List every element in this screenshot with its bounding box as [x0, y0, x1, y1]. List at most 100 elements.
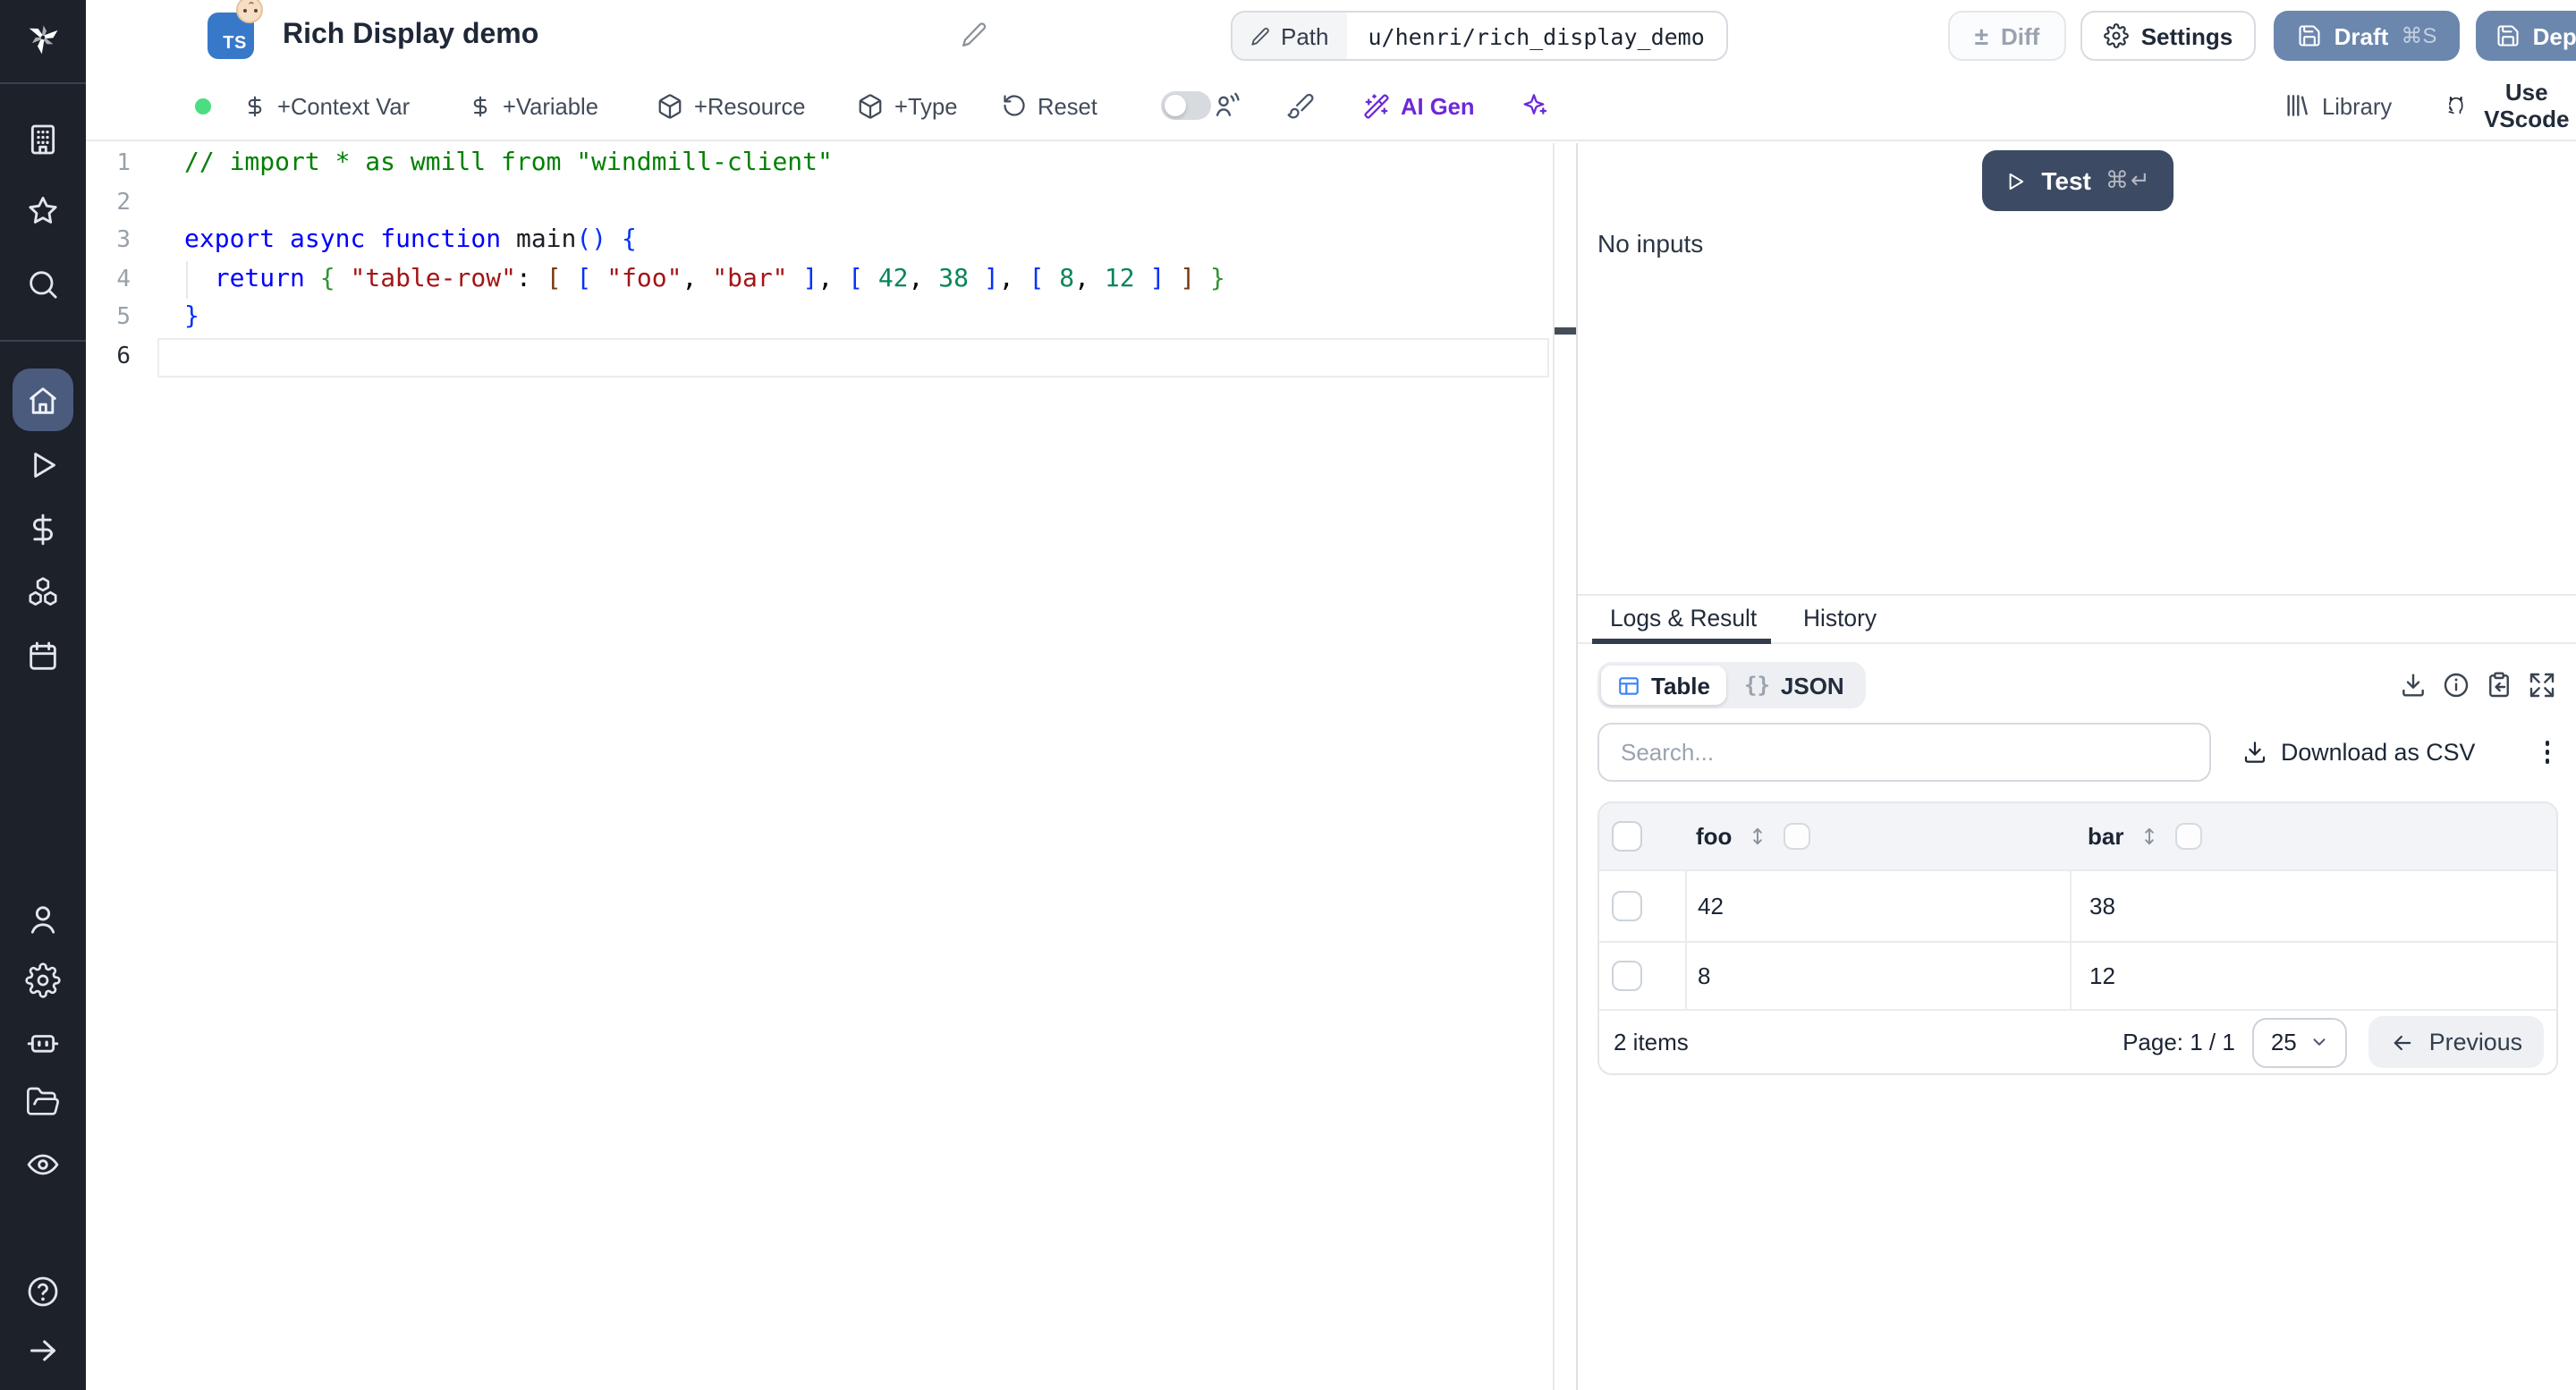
- reset-label: Reset: [1038, 92, 1097, 119]
- table-view-label: Table: [1651, 672, 1710, 699]
- deploy-button[interactable]: Deploy: [2476, 11, 2576, 61]
- page-size-select[interactable]: 25: [2252, 1017, 2347, 1067]
- windmill-script-editor: TS Rich Display demo Path u/henri/rich_d…: [0, 0, 2576, 1390]
- ts-badge-label: TS: [223, 34, 247, 54]
- use-vscode-button[interactable]: Use VScode: [2445, 72, 2576, 140]
- expand-icon[interactable]: [2528, 671, 2556, 699]
- row-checkbox[interactable]: [1612, 961, 1642, 991]
- format-brush-icon[interactable]: [1286, 72, 1315, 140]
- plus-minus-icon: ±: [1974, 21, 1988, 50]
- table-row[interactable]: 42 38: [1599, 869, 2556, 941]
- editor-code[interactable]: // import * as wmill from "windmill-clie…: [184, 145, 1225, 376]
- results-tabs: Logs & Result History: [1578, 596, 2576, 644]
- result-table: foo bar 42 38 8 12 2 items Page: 1 / 1 2…: [1597, 801, 2558, 1075]
- sparkles-icon[interactable]: [1521, 72, 1549, 140]
- search-input[interactable]: [1597, 723, 2211, 782]
- star-icon[interactable]: [25, 193, 61, 229]
- help-icon[interactable]: [25, 1274, 61, 1309]
- sidebar-divider: [0, 340, 86, 342]
- draft-label: Draft: [2334, 22, 2389, 49]
- path-label-segment: Path: [1233, 13, 1347, 59]
- diff-button[interactable]: ± Diff: [1948, 11, 2066, 61]
- home-icon: [30, 386, 56, 413]
- path-label: Path: [1281, 22, 1329, 49]
- tab-logs-and-result[interactable]: Logs & Result: [1610, 596, 1757, 642]
- robot-icon[interactable]: [25, 1025, 61, 1061]
- draft-save-icon: [2299, 25, 2320, 47]
- previous-label: Previous: [2428, 1029, 2522, 1055]
- settings-gear-icon: [2103, 23, 2129, 48]
- user-icon[interactable]: [25, 902, 61, 937]
- multiplayer-users-icon[interactable]: [1213, 72, 1241, 140]
- info-icon[interactable]: [2442, 671, 2470, 699]
- add-context-var-button[interactable]: +Context Var: [243, 72, 410, 140]
- download-csv-label: Download as CSV: [2281, 739, 2476, 766]
- json-braces-icon: {}: [1744, 673, 1770, 698]
- result-action-icons: [2399, 671, 2556, 699]
- sidebar: [0, 0, 86, 1390]
- expand-sidebar-arrow-icon[interactable]: [25, 1333, 61, 1369]
- sort-icon-bar[interactable]: [2138, 825, 2161, 848]
- schedules-calendar-icon[interactable]: [25, 639, 61, 674]
- download-csv-button[interactable]: Download as CSV: [2241, 739, 2475, 766]
- previous-page-button[interactable]: Previous: [2368, 1016, 2544, 1068]
- library-button[interactable]: Library: [2283, 72, 2392, 140]
- column-filter-checkbox-foo[interactable]: [1784, 823, 1811, 850]
- reset-button[interactable]: Reset: [1002, 72, 1097, 140]
- column-filter-checkbox-bar[interactable]: [2175, 823, 2203, 850]
- view-toggle-table[interactable]: Table: [1601, 665, 1726, 705]
- settings-label: Settings: [2140, 22, 2233, 49]
- windmill-logo[interactable]: [23, 18, 63, 57]
- chevron-down-icon: [2313, 1038, 2326, 1046]
- settings-button[interactable]: Settings: [2080, 11, 2256, 61]
- add-type-button[interactable]: +Type: [857, 72, 957, 140]
- cell-value: 12: [2089, 962, 2115, 989]
- sidebar-divider-top: [0, 82, 86, 84]
- sidebar-item-home[interactable]: [13, 369, 73, 431]
- overview-ruler[interactable]: [1553, 143, 1578, 1390]
- vscode-cat-icon: [2448, 96, 2463, 114]
- row-checkbox[interactable]: [1612, 891, 1642, 921]
- page-title: Rich Display demo: [283, 20, 539, 50]
- use-vscode-label: Use VScode: [2484, 79, 2570, 132]
- test-play-icon: [2009, 172, 2024, 190]
- results-section: Logs & Result History Table {} JSON Sear…: [1578, 594, 2576, 1390]
- runs-play-icon[interactable]: [25, 447, 61, 483]
- add-variable-button[interactable]: +Variable: [469, 72, 598, 140]
- search-icon[interactable]: [25, 267, 61, 302]
- column-header-bar[interactable]: bar: [2088, 823, 2123, 850]
- gear-icon[interactable]: [25, 962, 61, 998]
- view-toggle-json[interactable]: {} JSON: [1726, 665, 1862, 705]
- cell-value: 8: [1698, 962, 1711, 989]
- table-row[interactable]: 8 12: [1599, 941, 2556, 1009]
- library-label: Library: [2322, 92, 2393, 119]
- cell-value: 42: [1698, 893, 1724, 920]
- code-editor[interactable]: 123456 // import * as wmill from "windmi…: [86, 143, 1578, 1390]
- reset-icon: [1004, 95, 1025, 116]
- test-button[interactable]: Test ⌘↵: [1982, 150, 2174, 211]
- path-value[interactable]: u/henri/rich_display_demo: [1347, 13, 1726, 59]
- add-resource-button[interactable]: +Resource: [657, 72, 806, 140]
- resources-boxes-icon[interactable]: [25, 574, 61, 610]
- sort-icon-foo[interactable]: [1746, 825, 1769, 848]
- column-header-foo[interactable]: foo: [1696, 823, 1732, 850]
- copy-to-clipboard-icon[interactable]: [2485, 671, 2513, 699]
- library-icon: [2287, 95, 2308, 116]
- baby-emoji-sticker: [236, 0, 263, 23]
- draft-button[interactable]: Draft ⌘S: [2274, 11, 2460, 61]
- run-and-results-panel: Test ⌘↵ No inputs Logs & Result History …: [1578, 143, 2576, 1390]
- tab-history[interactable]: History: [1803, 596, 1877, 642]
- path-field[interactable]: Path u/henri/rich_display_demo: [1231, 11, 1728, 61]
- eye-icon[interactable]: [25, 1147, 61, 1182]
- download-result-icon[interactable]: [2399, 671, 2428, 699]
- editor-gutter: 123456: [116, 150, 131, 369]
- edit-title-pencil-icon[interactable]: [961, 21, 987, 48]
- test-label: Test: [2041, 166, 2091, 195]
- folder-open-icon[interactable]: [25, 1084, 61, 1120]
- select-all-checkbox[interactable]: [1612, 821, 1642, 852]
- ai-gen-button[interactable]: AI Gen: [1363, 72, 1475, 140]
- kebab-menu-icon[interactable]: [2538, 734, 2556, 771]
- multiplayer-toggle[interactable]: [1161, 91, 1211, 120]
- variables-dollar-icon[interactable]: [25, 512, 61, 547]
- building-icon[interactable]: [25, 122, 61, 157]
